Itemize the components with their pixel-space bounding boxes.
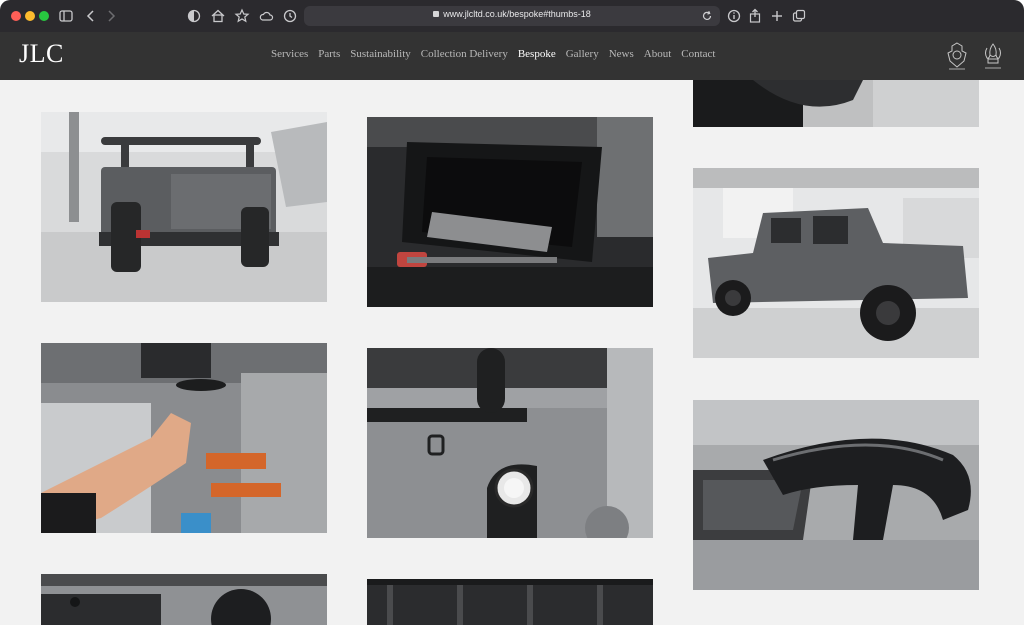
thumb-rear-light-detail[interactable] xyxy=(367,348,653,538)
forward-icon[interactable] xyxy=(103,8,119,24)
nav-item-news[interactable]: News xyxy=(609,48,634,60)
favorites-star-icon[interactable] xyxy=(234,8,250,24)
thumb-defender-pickup-side[interactable] xyxy=(693,168,979,358)
main-nav: Services Parts Sustainability Collection… xyxy=(271,48,725,60)
reader-info-icon[interactable] xyxy=(726,8,742,24)
close-window-button[interactable] xyxy=(11,11,21,21)
nav-item-gallery[interactable]: Gallery xyxy=(566,48,599,60)
history-clock-icon[interactable] xyxy=(282,8,298,24)
thumb-bottom-left-partial[interactable] xyxy=(41,574,327,625)
thumb-bottom-mid-partial[interactable] xyxy=(367,579,653,625)
browser-toolbar: www.jlcltd.co.uk/bespoke#thumbs-18 xyxy=(0,0,1024,32)
address-bar[interactable]: www.jlcltd.co.uk/bespoke#thumbs-18 xyxy=(304,6,720,26)
nav-item-bespoke[interactable]: Bespoke xyxy=(518,48,556,60)
new-tab-plus-icon[interactable] xyxy=(769,8,785,24)
thumb-snorkel-vent-detail[interactable] xyxy=(693,400,979,590)
privacy-shield-icon[interactable] xyxy=(186,8,202,24)
thumb-defender-rear-rollcage[interactable] xyxy=(41,112,327,302)
lock-icon xyxy=(433,11,440,17)
nav-item-contact[interactable]: Contact xyxy=(681,48,715,60)
url-text: www.jlcltd.co.uk/bespoke#thumbs-18 xyxy=(443,9,591,19)
site-logo[interactable]: JLC xyxy=(19,39,64,69)
share-icon[interactable] xyxy=(747,8,763,24)
thumb-storage-tray[interactable] xyxy=(367,117,653,307)
icloud-icon[interactable] xyxy=(258,8,274,24)
nav-item-services[interactable]: Services xyxy=(271,48,308,60)
minimize-window-button[interactable] xyxy=(25,11,35,21)
thumb-top-partial[interactable] xyxy=(693,80,979,127)
zoom-window-button[interactable] xyxy=(39,11,49,21)
back-icon[interactable] xyxy=(83,8,99,24)
home-icon[interactable] xyxy=(210,8,226,24)
nav-item-parts[interactable]: Parts xyxy=(318,48,340,60)
nav-item-sustainability[interactable]: Sustainability xyxy=(350,48,411,60)
tab-overview-icon[interactable] xyxy=(791,8,807,24)
reload-icon[interactable] xyxy=(700,9,714,23)
royal-crest-feathers-icon xyxy=(980,41,1006,71)
royal-warrant-crest-icon xyxy=(944,41,970,71)
site-header: JLC Services Parts Sustainability Collec… xyxy=(0,32,1024,80)
nav-item-collection-delivery[interactable]: Collection Delivery xyxy=(421,48,508,60)
website-viewport: JLC Services Parts Sustainability Collec… xyxy=(0,32,1024,625)
nav-item-about[interactable]: About xyxy=(644,48,672,60)
thumb-hand-fitting-part[interactable] xyxy=(41,343,327,533)
sidebar-icon[interactable] xyxy=(58,8,74,24)
